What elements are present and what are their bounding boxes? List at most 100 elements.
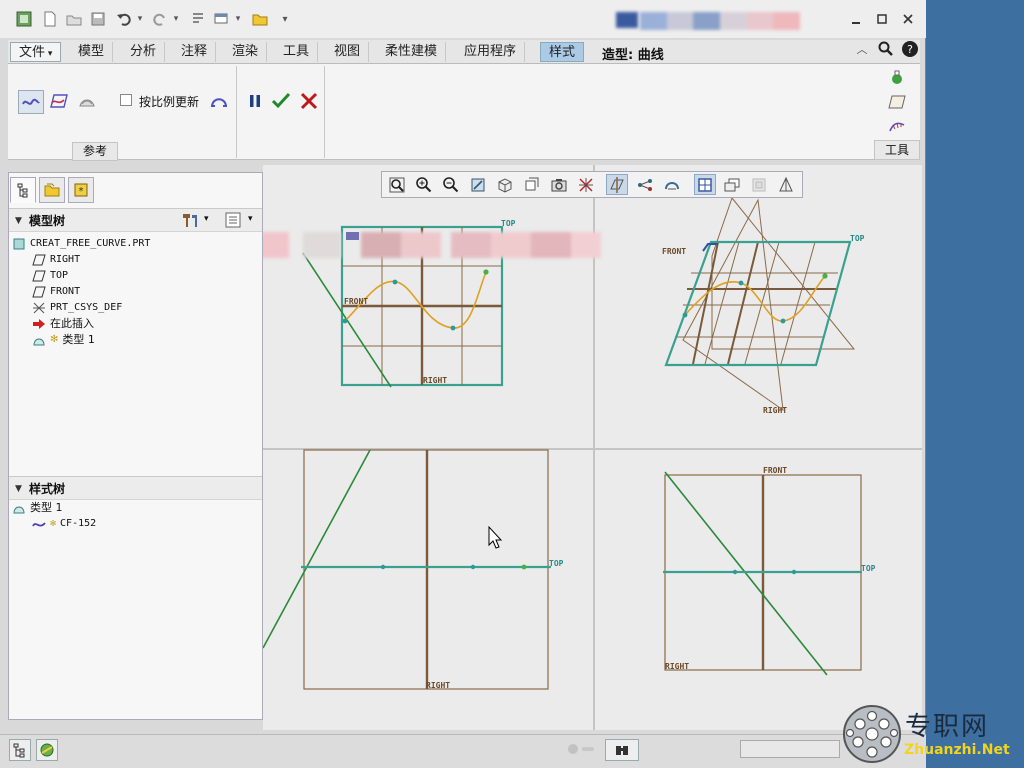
help-icon[interactable]: ?: [900, 39, 920, 59]
maximize-icon[interactable]: [872, 10, 892, 28]
tree-node-front-plane[interactable]: FRONT: [12, 284, 260, 300]
style-feature-icon: [32, 333, 46, 347]
datum-plane-icon: [32, 253, 46, 267]
active-plane-display-icon[interactable]: [694, 174, 716, 195]
viewport-iso-view[interactable]: TOP FRONT RIGHT: [662, 196, 865, 415]
insert-here-arrow-icon: [32, 317, 46, 331]
tab-analysis[interactable]: 分析: [122, 42, 166, 62]
collapse-ribbon-icon[interactable]: ︿: [852, 39, 872, 59]
spin-center-icon[interactable]: [575, 174, 597, 195]
selection-filter-dropdown[interactable]: [740, 740, 840, 758]
graphics-viewport[interactable]: TOP FRONT RIGHT TOP FRONT RIGHT TOP RIGH…: [213, 165, 922, 730]
cancel-x-icon[interactable]: [298, 91, 320, 111]
style-feature-icon: [12, 501, 26, 515]
new-file-icon[interactable]: [40, 9, 60, 29]
curve-type-free-icon[interactable]: [18, 90, 44, 114]
tree-node-insert-here[interactable]: 在此插入: [12, 316, 260, 332]
viewport-label-top: TOP: [549, 559, 564, 568]
tree-show-dropdown-icon[interactable]: ▾: [248, 214, 253, 224]
datum-point-display-icon[interactable]: [634, 174, 656, 195]
zoom-in-icon[interactable]: [413, 174, 435, 195]
minimize-icon[interactable]: [846, 10, 866, 28]
tab-style[interactable]: 样式: [540, 42, 585, 62]
grid-display-icon[interactable]: [721, 174, 743, 195]
folder-icon[interactable]: [250, 9, 270, 29]
tree-settings-dropdown-icon[interactable]: ▾: [204, 214, 209, 224]
find-icon[interactable]: [605, 739, 639, 761]
tree-node-right-plane[interactable]: RIGHT: [12, 252, 260, 268]
tab-render[interactable]: 渲染: [224, 42, 268, 62]
undo-dropdown-icon[interactable]: ▾: [134, 9, 146, 29]
mouse-cursor-icon: [488, 525, 503, 549]
svg-text:?: ?: [907, 43, 913, 56]
scale-update-checkbox[interactable]: [120, 94, 132, 106]
browser-toggle-icon[interactable]: [36, 739, 58, 761]
saved-orientations-icon[interactable]: [521, 174, 543, 195]
pause-icon[interactable]: [244, 91, 266, 111]
tools-group-label[interactable]: 工具: [874, 140, 920, 160]
reference-group-label[interactable]: 参考: [72, 142, 118, 161]
curve-analysis-icon[interactable]: [886, 116, 908, 136]
open-file-icon[interactable]: [64, 9, 84, 29]
undo-icon[interactable]: [114, 9, 134, 29]
tree-node-style-feature[interactable]: ✻ 类型 1: [12, 332, 260, 348]
tree-settings-icon[interactable]: [178, 210, 202, 230]
shade-icon[interactable]: [748, 174, 770, 195]
navigator-toggle-icon[interactable]: [9, 739, 31, 761]
part-icon: [12, 237, 26, 251]
style-tree-node-curve[interactable]: ✻ CF-152: [12, 516, 260, 532]
tab-applications[interactable]: 应用程序: [456, 42, 526, 62]
confirm-check-icon[interactable]: [270, 91, 292, 111]
collapse-caret-icon[interactable]: ▼: [15, 209, 22, 233]
viewport-right-view[interactable]: TOP FRONT RIGHT: [663, 466, 876, 676]
file-menu[interactable]: 文件 ▾: [10, 42, 62, 62]
repaint-icon[interactable]: [467, 174, 489, 195]
regenerate-icon[interactable]: [188, 9, 208, 29]
search-icon[interactable]: [876, 39, 896, 59]
collapse-caret-icon[interactable]: ▼: [15, 477, 22, 501]
ribbon-separator: [324, 66, 325, 158]
view-manager-icon[interactable]: [548, 174, 570, 195]
curve-on-surface-icon[interactable]: [76, 91, 98, 111]
section-view-icon[interactable]: [775, 174, 797, 195]
watermark-ball-icon: [842, 704, 902, 764]
feature-star-icon: ✻: [50, 334, 59, 345]
viewport-label-front: FRONT: [344, 297, 368, 306]
windows-dropdown-icon[interactable]: ▾: [232, 9, 244, 29]
style-tree-node-feature[interactable]: 类型 1: [12, 500, 260, 516]
bulb-tool-icon[interactable]: [886, 68, 908, 88]
redo-icon[interactable]: [150, 9, 170, 29]
datum-plane-display-icon[interactable]: [606, 174, 628, 195]
folder-browser-tab-icon[interactable]: [39, 177, 65, 203]
surface-tool-icon[interactable]: [886, 92, 908, 112]
tab-tools[interactable]: 工具: [275, 42, 319, 62]
viewport-canvas[interactable]: TOP FRONT RIGHT TOP FRONT RIGHT TOP RIGH…: [213, 165, 922, 730]
tree-node-label: CF-152: [60, 518, 97, 529]
redo-dropdown-icon[interactable]: ▾: [170, 9, 182, 29]
tree-node-csys[interactable]: PRT_CSYS_DEF: [12, 300, 260, 316]
viewport-label-front: FRONT: [662, 247, 686, 256]
tree-node-label: 类型 1: [62, 333, 95, 346]
display-style-icon[interactable]: [494, 174, 516, 195]
annotation-display-icon[interactable]: [661, 174, 683, 195]
zoom-out-icon[interactable]: [440, 174, 462, 195]
style-tree-title: 样式树: [29, 482, 66, 496]
tab-view[interactable]: 视图: [326, 42, 370, 62]
tree-node-part[interactable]: CREAT_FREE_CURVE.PRT: [12, 236, 260, 252]
windows-icon[interactable]: [212, 9, 232, 29]
favorites-tab-icon[interactable]: *: [68, 177, 94, 203]
reference-options-icon[interactable]: [208, 91, 230, 111]
tab-flexible-modeling[interactable]: 柔性建模: [377, 42, 447, 62]
curve-type-planar-icon[interactable]: [48, 91, 70, 111]
close-icon[interactable]: [898, 10, 918, 28]
viewport-top-view[interactable]: TOP RIGHT: [262, 449, 564, 690]
tab-annotate[interactable]: 注释: [173, 42, 217, 62]
refit-icon[interactable]: [386, 174, 408, 195]
tree-show-icon[interactable]: [222, 210, 244, 230]
style-tree-header[interactable]: ▼ 样式树: [9, 476, 262, 500]
model-tree-tab-icon[interactable]: [10, 177, 36, 203]
tree-node-top-plane[interactable]: TOP: [12, 268, 260, 284]
tab-model[interactable]: 模型: [70, 42, 114, 62]
save-icon[interactable]: [88, 9, 108, 29]
customize-quick-access-icon[interactable]: ▾: [278, 9, 292, 29]
